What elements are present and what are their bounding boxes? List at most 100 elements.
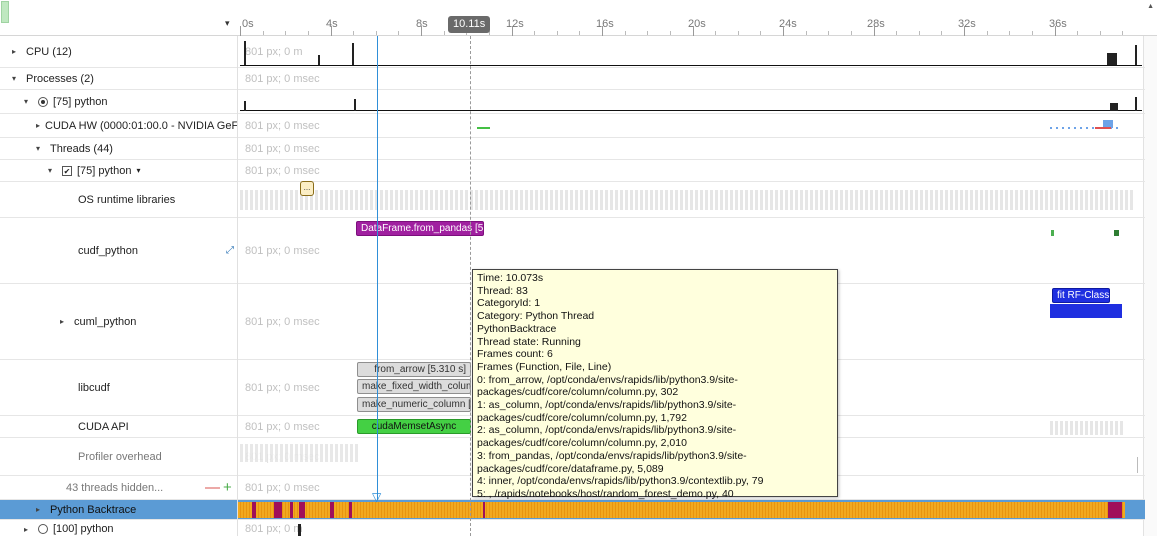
tick-label: 36s bbox=[1049, 18, 1067, 30]
ruler-tick bbox=[783, 26, 784, 36]
caret-down-icon[interactable]: ▾ bbox=[24, 97, 33, 106]
timeline-hint: 801 px; 0 msec bbox=[245, 244, 320, 257]
ruler-tick bbox=[624, 31, 626, 35]
collapsed-range-button[interactable]: ... bbox=[300, 181, 314, 196]
cuda-api-call-bar[interactable]: cudaMemsetAsync bbox=[357, 419, 471, 434]
ruler-tick bbox=[647, 31, 649, 35]
row-title: CUDA API bbox=[78, 420, 129, 433]
cursor-marker-icon: ▽ bbox=[372, 490, 382, 504]
backtrace-sample-mark bbox=[349, 502, 352, 518]
row-process-75[interactable]: ▾ [75] python bbox=[0, 90, 1145, 114]
caret-down-icon[interactable]: ▾ bbox=[36, 144, 45, 153]
label-column-divider[interactable] bbox=[237, 36, 238, 536]
caret-right-icon[interactable]: ▸ bbox=[36, 505, 45, 514]
process-spike bbox=[1110, 103, 1118, 111]
ruler-tick bbox=[964, 26, 965, 36]
caret-down-icon[interactable]: ▾ bbox=[12, 74, 21, 83]
ruler-tick bbox=[805, 31, 807, 35]
caret-right-icon[interactable]: ▸ bbox=[36, 121, 40, 130]
process-spike bbox=[1135, 97, 1137, 111]
radio-selected-icon[interactable] bbox=[38, 96, 48, 107]
row-title: libcudf bbox=[78, 381, 110, 394]
timeline-hint: 801 px; 0 msec bbox=[245, 481, 320, 494]
tooltip-line: Category: Python Thread bbox=[477, 310, 595, 323]
vertical-scrollbar[interactable] bbox=[1143, 36, 1157, 536]
row-label: ▸ CPU (12) bbox=[12, 36, 72, 67]
ruler-tick bbox=[828, 31, 830, 35]
scroll-up-icon[interactable]: ▲ bbox=[1147, 3, 1154, 10]
caret-right-icon[interactable]: ▸ bbox=[24, 525, 33, 534]
ruler-tick bbox=[760, 31, 762, 35]
hidden-threads-label[interactable]: 43 threads hidden... bbox=[66, 476, 163, 499]
timeline-ruler[interactable]: ▾ 0s 4s 8s 12s 16s 20s 24s 28s 32s 36s 1… bbox=[0, 0, 1157, 36]
gpu-activity-mark bbox=[1095, 127, 1111, 129]
ruler-tick bbox=[375, 31, 377, 35]
nvtx-range-bar[interactable]: from_arrow [5.310 s] bbox=[357, 362, 471, 377]
nvtx-range-bar[interactable]: DataFrame.from_pandas [5,... bbox=[356, 221, 484, 236]
row-cpu[interactable]: ▸ CPU (12) 801 px; 0 m bbox=[0, 36, 1145, 68]
row-cuda-hw[interactable]: ▸ CUDA HW (0000:01:00.0 - NVIDIA GeFor 8… bbox=[0, 114, 1145, 138]
checkbox-checked-icon[interactable]: ✔ bbox=[62, 165, 72, 176]
tooltip-line: PythonBacktrace bbox=[477, 322, 557, 335]
caret-down-icon[interactable]: ▾ bbox=[48, 166, 57, 175]
row-threads[interactable]: ▾ Threads (44) 801 px; 0 msec bbox=[0, 138, 1145, 160]
row-label: ▾ Processes (2) bbox=[12, 68, 94, 89]
timeline-hint: 801 px; 0 m bbox=[245, 523, 303, 535]
ruler-tick bbox=[262, 31, 264, 35]
tick-label: 16s bbox=[596, 18, 614, 30]
selection-indicator bbox=[1, 1, 9, 23]
dropdown-icon[interactable]: ▾ bbox=[136, 166, 140, 175]
minus-icon[interactable]: — bbox=[205, 479, 220, 496]
backtrace-sample-mark bbox=[1108, 502, 1122, 518]
show-hide-controls: — + bbox=[205, 476, 232, 499]
plus-icon[interactable]: + bbox=[223, 479, 232, 496]
tick-label: 32s bbox=[958, 18, 976, 30]
timeline-hint: 801 px; 0 msec bbox=[245, 119, 320, 132]
row-title: Processes (2) bbox=[26, 72, 94, 85]
caret-right-icon[interactable]: ▸ bbox=[12, 47, 21, 56]
process-baseline bbox=[240, 110, 1142, 111]
row-label: ▸ [100] python bbox=[24, 520, 114, 538]
row-processes[interactable]: ▾ Processes (2) 801 px; 0 msec bbox=[0, 68, 1145, 90]
backtrace-sample-mark bbox=[290, 502, 293, 518]
nvtx-range-bar[interactable]: make_numeric_column [5... bbox=[357, 397, 471, 412]
backtrace-samples-strip[interactable] bbox=[238, 502, 1125, 518]
tooltip-line: Frames (Function, File, Line) bbox=[477, 360, 612, 373]
tick-label: 12s bbox=[506, 18, 524, 30]
tooltip-line: 0: from_arrow, /opt/conda/envs/rapids/li… bbox=[477, 373, 738, 399]
ruler-tick bbox=[873, 26, 875, 36]
overhead-spike bbox=[1137, 457, 1138, 473]
overhead-activity bbox=[240, 444, 360, 462]
backtrace-sample-mark bbox=[299, 502, 305, 518]
row-os-runtime[interactable]: OS runtime libraries 801 px; 0 msec ... bbox=[0, 181, 1145, 218]
row-title: CPU (12) bbox=[26, 45, 72, 58]
nvtx-range-bar[interactable]: make_fixed_width_column ... bbox=[357, 379, 471, 394]
collapse-all-button[interactable]: ▾ bbox=[225, 18, 230, 29]
ruler-tick bbox=[1031, 31, 1033, 35]
cpu-spike bbox=[318, 55, 320, 65]
row-thread-75[interactable]: ▾ ✔ [75] python ▾ 801 px; 0 msec bbox=[0, 160, 1145, 182]
ruler-tick bbox=[421, 26, 422, 36]
ruler-tick bbox=[285, 31, 287, 35]
row-process-100[interactable]: ▸ [100] python 801 px; 0 m bbox=[0, 520, 1145, 538]
caret-right-icon[interactable]: ▸ bbox=[60, 317, 69, 326]
timeline-hint: 801 px; 0 msec bbox=[245, 420, 320, 433]
row-title: Profiler overhead bbox=[78, 450, 162, 463]
ruler-tick bbox=[511, 26, 513, 36]
os-runtime-activity bbox=[240, 190, 1135, 210]
expand-icon[interactable]: ⤢ bbox=[226, 218, 234, 283]
tick-label: 4s bbox=[326, 18, 338, 30]
timeline-hint: 801 px; 0 msec bbox=[245, 72, 320, 85]
row-python-backtrace[interactable]: ▸ Python Backtrace bbox=[0, 500, 1145, 520]
row-label: ▸ Python Backtrace bbox=[36, 500, 136, 519]
range-mark bbox=[1050, 304, 1122, 318]
cuda-api-activity bbox=[1050, 421, 1125, 435]
backtrace-sample-mark bbox=[274, 502, 282, 518]
radio-unselected-icon[interactable] bbox=[38, 524, 48, 534]
nvtx-range-bar[interactable]: fit RF-Classi... bbox=[1052, 288, 1110, 303]
ruler-tick bbox=[307, 31, 309, 35]
ruler-tick bbox=[443, 31, 445, 35]
ruler-tick bbox=[1099, 31, 1101, 35]
tooltip-line: Time: 10.073s bbox=[477, 272, 544, 284]
cpu-spike bbox=[1107, 53, 1117, 65]
